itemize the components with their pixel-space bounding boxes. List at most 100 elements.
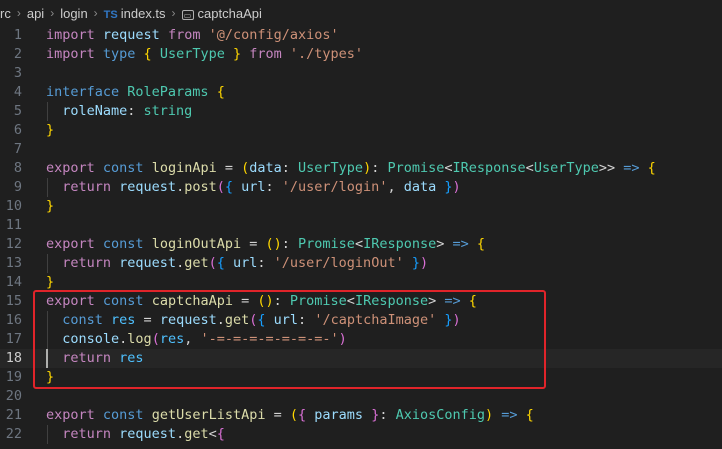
code-token: getUserListApi xyxy=(151,407,274,423)
line-number: 2 xyxy=(13,46,22,62)
code-token: get xyxy=(184,426,209,442)
code-text: export const loginOutApi = (): Promise<I… xyxy=(46,235,485,254)
code-line[interactable]: 5 roleName: string xyxy=(0,102,722,121)
code-token: Promise xyxy=(298,236,355,252)
code-token: export xyxy=(46,407,103,423)
code-token: } xyxy=(46,274,55,290)
code-text: return request.get({ url: '/user/loginOu… xyxy=(46,254,428,273)
code-token: => xyxy=(452,236,477,252)
code-token: UserType xyxy=(533,160,599,176)
code-token: > xyxy=(436,236,453,252)
code-token: : xyxy=(257,255,274,271)
breadcrumb: rc › api › login › TS index.ts › ▭ captcha… xyxy=(0,0,722,26)
code-token: < xyxy=(208,426,217,442)
code-token: Promise xyxy=(387,160,445,176)
code-token: : xyxy=(281,160,299,176)
code-token: ) xyxy=(485,407,502,423)
code-line[interactable]: 6} xyxy=(0,121,722,140)
code-token: { xyxy=(298,407,315,423)
code-token: { xyxy=(647,160,656,176)
code-token: params xyxy=(314,407,372,423)
code-token: UserType xyxy=(298,160,364,176)
code-token: ) xyxy=(363,160,372,176)
code-token: : xyxy=(127,103,144,119)
code-token: const xyxy=(102,407,152,423)
code-token: get xyxy=(184,255,209,271)
code-line[interactable]: 20 xyxy=(0,387,722,406)
breadcrumb-symbol[interactable]: ▭ captchaApi xyxy=(181,5,262,21)
code-line[interactable]: 7 xyxy=(0,140,722,159)
code-token: . xyxy=(176,426,185,442)
code-token: request xyxy=(119,179,177,195)
code-token: post xyxy=(184,179,217,195)
code-token: . xyxy=(176,255,185,271)
code-token: , xyxy=(387,179,404,195)
code-token: UserType xyxy=(159,46,233,62)
code-token: request xyxy=(102,27,168,43)
breadcrumb-segment-src[interactable]: rc xyxy=(0,6,11,21)
code-token: } xyxy=(46,198,55,214)
code-token: const xyxy=(102,236,152,252)
code-line[interactable]: 4 interface RoleParams { xyxy=(0,83,722,102)
code-token: >> xyxy=(598,160,624,176)
code-token: string xyxy=(143,103,193,119)
code-token: } xyxy=(46,122,55,138)
chevron-right-icon: › xyxy=(16,6,21,20)
code-line[interactable]: 12 export const loginOutApi = (): Promise… xyxy=(0,235,722,254)
line-number: 21 xyxy=(5,407,22,423)
code-token: request xyxy=(119,255,177,271)
code-text: import request from '@/config/axios' xyxy=(46,26,339,45)
code-token: const xyxy=(102,160,152,176)
code-editor[interactable]: 1 import request from '@/config/axios' 2 im… xyxy=(0,26,722,449)
symbol-variable-icon: ▭ xyxy=(181,9,194,20)
breadcrumb-segment-login[interactable]: login xyxy=(60,6,87,21)
code-token: () xyxy=(265,236,282,252)
line-number: 19 xyxy=(5,369,22,385)
code-token: = xyxy=(273,407,290,423)
code-token: return xyxy=(46,179,120,195)
code-token: url xyxy=(233,255,258,271)
breadcrumb-file-label: index.ts xyxy=(120,5,166,21)
code-line[interactable]: 21 export const getUserListApi = ({ param… xyxy=(0,406,722,425)
code-line[interactable]: 22 return request.get<{ xyxy=(0,425,722,444)
code-text: export const loginApi = (data: UserType)… xyxy=(46,159,656,178)
chevron-right-icon: › xyxy=(171,6,176,20)
code-token: import xyxy=(46,46,103,62)
breadcrumb-symbol-label: captchaApi xyxy=(197,5,262,21)
code-token: => xyxy=(501,407,526,423)
code-token: ) xyxy=(452,179,461,195)
code-token: return xyxy=(46,426,120,442)
code-line[interactable]: 10} xyxy=(0,197,722,216)
line-number: 7 xyxy=(13,141,22,157)
code-line[interactable]: 2 import type { UserType } from './types' xyxy=(0,45,722,64)
code-token: data xyxy=(403,179,445,195)
line-number: 12 xyxy=(5,236,22,252)
code-text: roleName: string xyxy=(46,102,192,121)
code-text: return request.post({ url: '/user/login'… xyxy=(46,178,461,197)
code-line[interactable]: 11 xyxy=(0,216,722,235)
code-token: < xyxy=(444,160,453,176)
code-line[interactable]: 8 export const loginApi = (data: UserType… xyxy=(0,159,722,178)
code-token: from xyxy=(167,27,209,43)
line-number: 15 xyxy=(5,293,22,309)
code-line[interactable]: 13 return request.get({ url: '/user/logi… xyxy=(0,254,722,273)
code-line[interactable]: 9 return request.post({ url: '/user/logi… xyxy=(0,178,722,197)
breadcrumb-segment-api[interactable]: api xyxy=(27,6,44,21)
code-line[interactable]: 1 import request from '@/config/axios' xyxy=(0,26,722,45)
code-token: = xyxy=(249,236,266,252)
line-number: 9 xyxy=(13,179,22,195)
code-token: < xyxy=(354,236,364,252)
line-number: 4 xyxy=(13,84,22,100)
code-token: = xyxy=(224,160,242,176)
line-number: 18 xyxy=(5,350,22,366)
code-token: ( xyxy=(216,179,225,195)
line-number: 5 xyxy=(13,103,22,119)
code-line[interactable]: 3 xyxy=(0,64,722,83)
code-token: { xyxy=(525,407,534,423)
code-token: loginOutApi xyxy=(151,236,250,252)
code-text: interface RoleParams { xyxy=(46,83,225,102)
breadcrumb-file[interactable]: TS index.ts xyxy=(104,6,166,21)
code-token: request xyxy=(119,426,177,442)
typescript-file-icon: TS xyxy=(103,8,118,21)
code-token: : xyxy=(265,179,282,195)
